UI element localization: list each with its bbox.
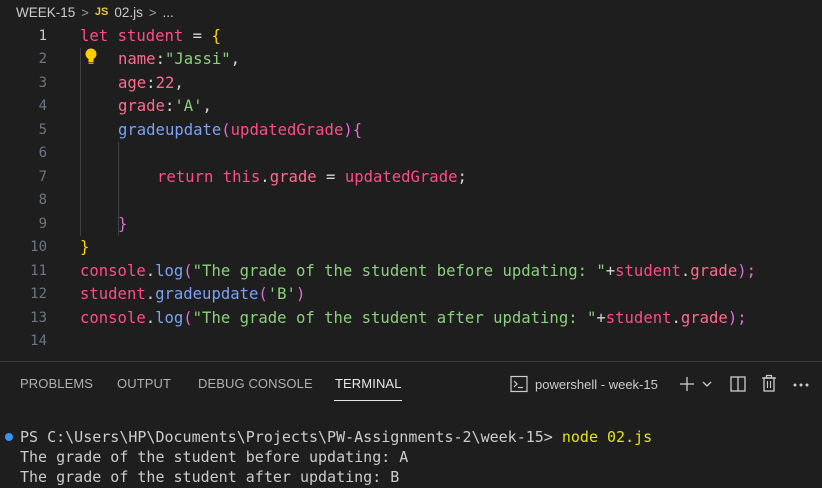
terminal-icon xyxy=(510,375,528,393)
line-number: 3 xyxy=(38,74,47,91)
split-terminal-icon[interactable] xyxy=(729,375,747,393)
code-line: 6 xyxy=(0,142,822,166)
code-line: 14 xyxy=(0,330,822,354)
terminal-output[interactable]: PS C:\Users\HP\Documents\Projects\PW-Ass… xyxy=(0,420,822,488)
line-number: 4 xyxy=(38,98,47,115)
line-number: 5 xyxy=(38,121,47,138)
line-number: 13 xyxy=(30,309,47,326)
code-line: 8 xyxy=(0,189,822,213)
line-number: 12 xyxy=(30,286,47,303)
tab-debug-console[interactable]: DEBUG CONSOLE xyxy=(198,376,313,391)
line-number: 10 xyxy=(30,239,47,256)
code-editor[interactable]: 1 let student = { 2 name:"Jassi", 3 age:… xyxy=(0,24,822,360)
tab-output[interactable]: OUTPUT xyxy=(117,376,171,391)
command-status-dot-icon xyxy=(5,433,13,441)
terminal-prompt: PS C:\Users\HP\Documents\Projects\PW-Ass… xyxy=(20,428,562,446)
code-line: 13 console.log("The grade of the student… xyxy=(0,306,822,330)
line-number: 6 xyxy=(38,145,47,162)
chevron-right-icon: > xyxy=(81,4,89,20)
code-line: 4 grade:'A', xyxy=(0,95,822,119)
line-number: 14 xyxy=(30,333,47,350)
terminal-prompt-line: PS C:\Users\HP\Documents\Projects\PW-Ass… xyxy=(20,428,652,446)
code-line: 5 gradeupdate(updatedGrade){ xyxy=(0,118,822,142)
code-line: 10 } xyxy=(0,236,822,260)
breadcrumb-file[interactable]: 02.js xyxy=(114,5,143,20)
tab-problems[interactable]: PROBLEMS xyxy=(20,376,93,391)
terminal-output-line: The grade of the student before updating… xyxy=(20,448,409,466)
code-line: 7 return this.grade = updatedGrade; xyxy=(0,165,822,189)
code-line: 12 student.gradeupdate('B') xyxy=(0,283,822,307)
line-number: 1 xyxy=(38,27,47,44)
terminal-output-line: The grade of the student after updating:… xyxy=(20,468,400,486)
terminal-command: node 02.js xyxy=(561,428,653,446)
line-number: 2 xyxy=(38,51,47,68)
plus-icon[interactable] xyxy=(678,375,696,393)
tab-terminal[interactable]: TERMINAL xyxy=(335,376,402,391)
chevron-down-icon[interactable] xyxy=(701,378,713,390)
chevron-right-icon: > xyxy=(148,4,157,20)
code-line: 11 console.log("The grade of the student… xyxy=(0,259,822,283)
panel-tabs: PROBLEMS OUTPUT DEBUG CONSOLE TERMINAL xyxy=(0,362,822,406)
breadcrumb-more[interactable]: ... xyxy=(162,5,173,20)
code-line: 3 age:22, xyxy=(0,71,822,95)
terminal-name[interactable]: powershell - week-15 xyxy=(535,377,658,392)
line-number: 8 xyxy=(38,192,47,209)
code-line: 2 name:"Jassi", xyxy=(0,48,822,72)
breadcrumb-folder[interactable]: WEEK-15 xyxy=(16,5,75,20)
line-number: 11 xyxy=(30,262,47,279)
code-line: 9 } xyxy=(0,212,822,236)
breadcrumb: WEEK-15 > JS 02.js > ... xyxy=(0,0,822,24)
more-icon[interactable] xyxy=(792,382,810,388)
javascript-file-icon: JS xyxy=(94,6,109,18)
line-number: 7 xyxy=(38,168,47,185)
trash-icon[interactable] xyxy=(760,374,778,393)
line-number: 9 xyxy=(38,215,47,232)
active-tab-indicator xyxy=(334,400,402,401)
code-line: 1 let student = { xyxy=(0,24,822,48)
